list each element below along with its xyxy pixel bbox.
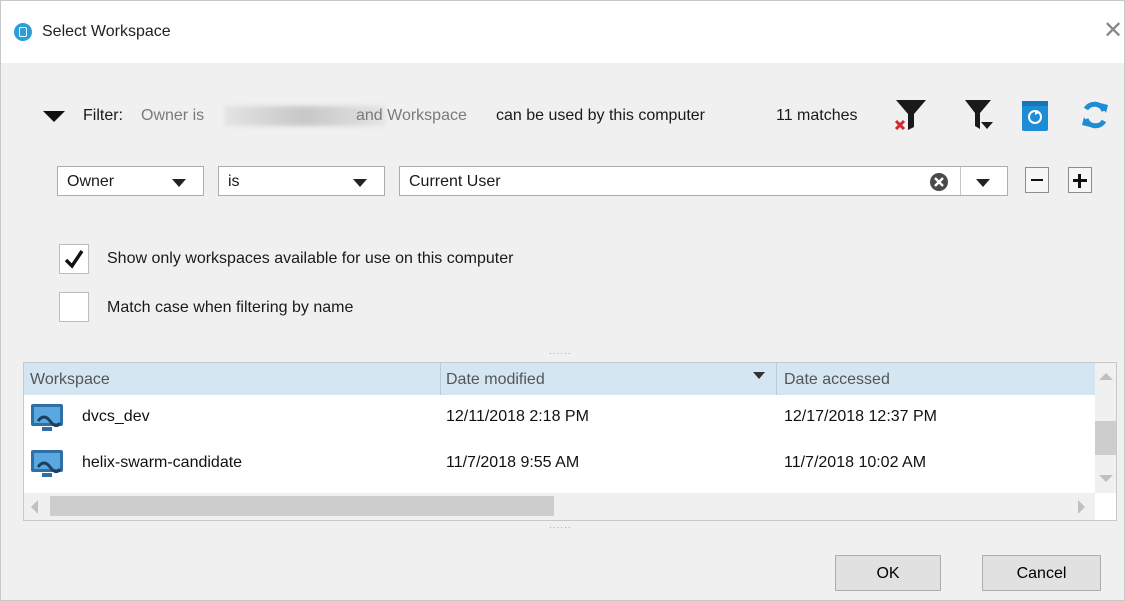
match-count: 11 matches [776,107,858,124]
filter-summary: Filter: Owner is and Workspace can be us… [43,96,1113,136]
splitter-grip-top[interactable]: ...... [549,347,589,357]
scroll-left-icon[interactable] [31,500,38,514]
column-header-workspace[interactable]: Workspace [30,371,110,389]
plus-icon-vertical [1078,174,1081,188]
match-case-label: Match case when filtering by name [107,299,354,316]
workspace-name: helix-swarm-candidate [82,454,243,471]
scroll-up-icon[interactable] [1099,373,1113,380]
column-divider[interactable] [776,363,777,395]
checkmark-icon [64,250,84,269]
combo-divider [960,167,961,195]
refresh-icon[interactable] [1077,97,1113,133]
select-workspace-dialog: Select Workspace ✕ Filter: Owner is and … [0,0,1125,601]
workspace-name: dvcs_dev [82,408,150,425]
workspace-table: Workspace Date modified Date accessed dv… [23,362,1117,521]
filter-field-value: Owner [67,173,115,190]
show-available-label: Show only workspaces available for use o… [107,250,514,267]
filter-options-icon[interactable] [961,97,997,133]
ok-button[interactable]: OK [835,555,941,591]
workspace-icon [31,404,63,431]
splitter-grip-bottom[interactable]: ...... [549,521,589,531]
dialog-title: Select Workspace [42,23,171,40]
chevron-down-icon [172,179,186,187]
date-modified: 11/7/2018 9:55 AM [446,454,580,471]
table-header: Workspace Date modified Date accessed [24,363,1095,395]
filter-value-combobox[interactable]: Current User [399,166,1008,196]
date-accessed: 12/17/2018 12:37 PM [784,408,938,425]
recycle-bin-icon[interactable] [1017,97,1053,133]
filter-value-input[interactable]: Current User [409,173,501,191]
app-logo-icon [14,23,32,41]
remove-condition-button[interactable] [1025,167,1049,193]
close-icon[interactable]: ✕ [1102,18,1124,44]
filter-label: Filter: [83,107,123,124]
chevron-down-icon[interactable] [976,179,990,187]
filter-owner-text: Owner is [141,107,205,124]
column-header-date-accessed[interactable]: Date accessed [784,371,890,389]
show-available-checkbox[interactable] [59,244,89,274]
clear-value-icon[interactable] [929,172,949,192]
scroll-right-icon[interactable] [1078,500,1085,514]
date-accessed: 11/7/2018 10:02 AM [784,454,927,471]
cancel-button[interactable]: Cancel [982,555,1101,591]
filter-operator-select[interactable]: is [218,166,385,196]
table-row[interactable]: helix-swarm-candidate 11/7/2018 9:55 AM … [24,441,1095,487]
filter-field-select[interactable]: Owner [57,166,204,196]
vertical-scroll-thumb[interactable] [1095,421,1116,455]
filter-computer-text: can be used by this computer [496,107,706,124]
collapse-filter-toggle[interactable] [43,111,65,122]
add-condition-button[interactable] [1068,167,1092,193]
workspace-icon [31,450,63,477]
title-bar: Select Workspace ✕ [1,1,1124,63]
filter-workspace-text: and Workspace [356,107,467,124]
chevron-down-icon [353,179,367,187]
filter-operator-value: is [228,173,240,190]
minus-icon [1031,179,1043,181]
column-divider[interactable] [440,363,441,395]
horizontal-scroll-thumb[interactable] [50,496,554,516]
scroll-down-icon[interactable] [1099,475,1113,482]
match-case-checkbox[interactable] [59,292,89,322]
clear-filter-icon[interactable] [893,97,929,133]
date-modified: 12/11/2018 2:18 PM [446,408,589,425]
column-header-date-modified[interactable]: Date modified [446,371,545,389]
sort-descending-icon [753,372,765,379]
scrollbar-corner [1095,493,1116,520]
table-row[interactable]: dvcs_dev 12/11/2018 2:18 PM 12/17/2018 1… [24,395,1095,441]
